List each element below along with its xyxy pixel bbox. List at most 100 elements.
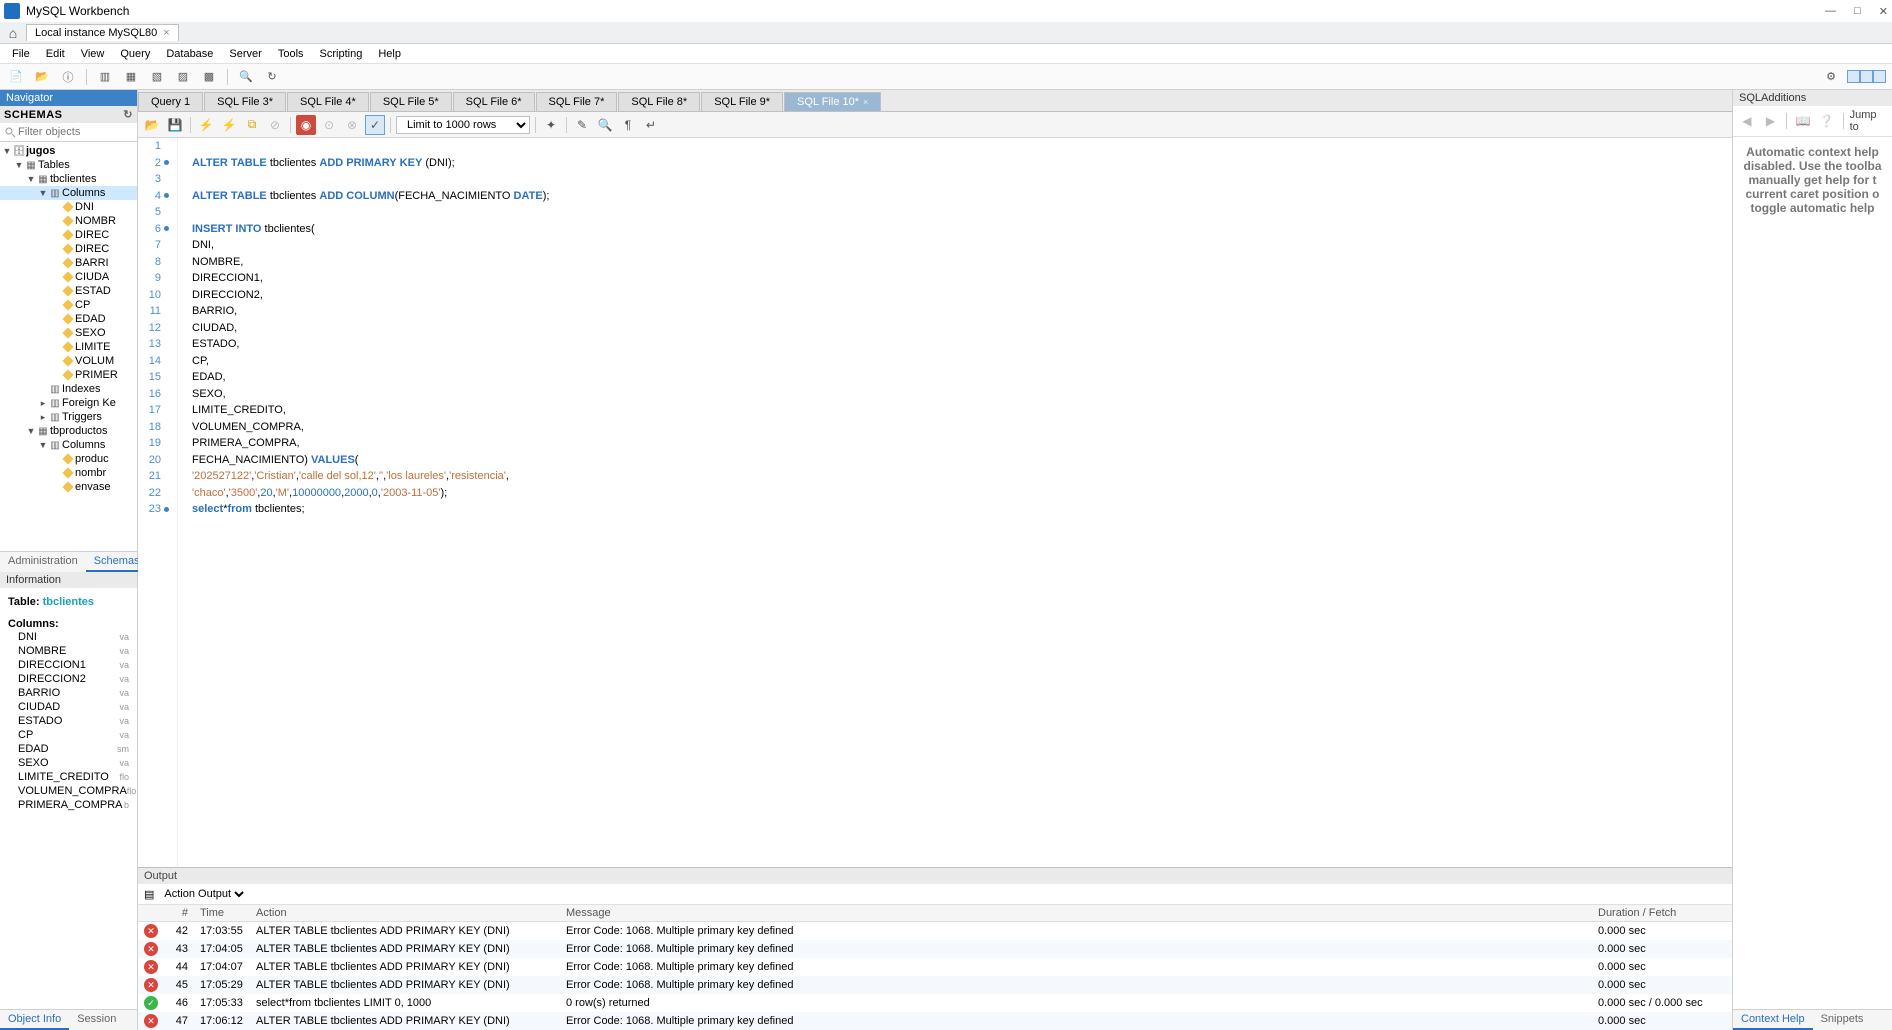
beautify-icon[interactable]: ✦ — [541, 115, 561, 135]
tree-item[interactable]: CIUDA — [0, 270, 137, 284]
execute-icon[interactable]: ⚡ — [196, 115, 216, 135]
code-line[interactable] — [192, 138, 549, 155]
forward-icon[interactable]: ▶ — [1761, 111, 1781, 131]
refresh-icon[interactable]: ↻ — [123, 108, 133, 121]
menu-file[interactable]: File — [4, 46, 38, 62]
code-line[interactable]: select*from tbclientes; — [192, 501, 549, 518]
query-tab[interactable]: SQL File 4* — [287, 92, 369, 111]
code-line[interactable]: ALTER TABLE tbclientes ADD COLUMN(FECHA_… — [192, 188, 549, 205]
query-tab[interactable]: SQL File 5* — [370, 92, 452, 111]
code-line[interactable]: DIRECCION2, — [192, 287, 549, 304]
stop-on-error-icon[interactable]: ◉ — [296, 115, 316, 135]
new-procedure-button[interactable]: ▨ — [173, 67, 193, 87]
tree-item[interactable]: ▼▦tbproductos — [0, 424, 137, 438]
code-line[interactable]: PRIMERA_COMPRA, — [192, 435, 549, 452]
tree-item[interactable]: DIREC — [0, 242, 137, 256]
menu-edit[interactable]: Edit — [38, 46, 73, 62]
tree-item[interactable]: NOMBR — [0, 214, 137, 228]
code-line[interactable]: BARRIO, — [192, 303, 549, 320]
tree-item[interactable]: ▼▦tbclientes — [0, 172, 137, 186]
commit-icon[interactable]: ⊙ — [319, 115, 339, 135]
tree-item[interactable]: ▼▥Columns — [0, 438, 137, 452]
tree-item[interactable]: ESTAD — [0, 284, 137, 298]
output-row[interactable]: ✕4217:03:55ALTER TABLE tbclientes ADD PR… — [138, 922, 1732, 940]
query-tab[interactable]: SQL File 6* — [453, 92, 535, 111]
execute-current-icon[interactable]: ⚡ — [219, 115, 239, 135]
menu-query[interactable]: Query — [112, 46, 158, 62]
new-table-button[interactable]: ▦ — [121, 67, 141, 87]
new-schema-button[interactable]: ▥ — [95, 67, 115, 87]
tree-item[interactable]: CP — [0, 298, 137, 312]
code-line[interactable]: CIUDAD, — [192, 320, 549, 337]
wrap-icon[interactable]: ↵ — [641, 115, 661, 135]
sql-editor[interactable]: 1234567891011121314151617181920212223 AL… — [138, 138, 1732, 867]
output-row[interactable]: ✕4317:04:05ALTER TABLE tbclientes ADD PR… — [138, 940, 1732, 958]
tree-item[interactable]: ▸▥Triggers — [0, 410, 137, 424]
tree-item[interactable]: envase — [0, 480, 137, 494]
find-icon[interactable]: ✎ — [572, 115, 592, 135]
tree-item[interactable]: EDAD — [0, 312, 137, 326]
tree-item[interactable]: ▼▥Columns — [0, 186, 137, 200]
menu-server[interactable]: Server — [221, 46, 269, 62]
new-sql-tab-button[interactable]: 📄 — [6, 67, 26, 87]
schema-tree[interactable]: ▼🗄jugos▼▦Tables▼▦tbclientes▼▥ColumnsDNIN… — [0, 142, 137, 551]
code-line[interactable]: SEXO, — [192, 386, 549, 403]
editor-code[interactable]: ALTER TABLE tbclientes ADD PRIMARY KEY (… — [178, 138, 549, 867]
tree-item[interactable]: ▸▥Foreign Ke — [0, 396, 137, 410]
search-icon[interactable]: 🔍 — [595, 115, 615, 135]
tree-item[interactable]: VOLUM — [0, 354, 137, 368]
panel-toggle[interactable] — [1847, 70, 1886, 83]
jump-to-label[interactable]: Jump to — [1850, 109, 1888, 133]
tree-item[interactable]: PRIMER — [0, 368, 137, 382]
code-line[interactable] — [192, 204, 549, 221]
menu-scripting[interactable]: Scripting — [312, 46, 371, 62]
tree-item[interactable]: nombr — [0, 466, 137, 480]
code-line[interactable]: VOLUMEN_COMPRA, — [192, 419, 549, 436]
stop-icon[interactable]: ⊘ — [265, 115, 285, 135]
maximize-button[interactable]: □ — [1854, 5, 1861, 18]
connection-tab[interactable]: Local instance MySQL80 × — [26, 24, 179, 41]
tab-administration[interactable]: Administration — [0, 552, 86, 572]
explain-icon[interactable]: ⧉ — [242, 115, 262, 135]
menu-help[interactable]: Help — [370, 46, 409, 62]
code-line[interactable]: LIMITE_CREDITO, — [192, 402, 549, 419]
menu-database[interactable]: Database — [158, 46, 221, 62]
code-line[interactable]: '202527122','Cristian','calle del sol,12… — [192, 468, 549, 485]
code-line[interactable]: 'chaco','3500',20,'M',10000000,2000,0,'2… — [192, 485, 549, 502]
open-file-icon[interactable]: 📂 — [142, 115, 162, 135]
query-tab[interactable]: SQL File 3* — [204, 92, 286, 111]
query-tab[interactable]: SQL File 9* — [701, 92, 783, 111]
query-tab[interactable]: SQL File 8* — [618, 92, 700, 111]
menu-tools[interactable]: Tools — [270, 46, 312, 62]
tab-session[interactable]: Session — [69, 1010, 124, 1030]
tab-object-info[interactable]: Object Info — [0, 1010, 69, 1030]
code-line[interactable]: DIRECCION1, — [192, 270, 549, 287]
filter-objects-input[interactable] — [0, 123, 137, 142]
code-line[interactable]: INSERT INTO tbclientes( — [192, 221, 549, 238]
code-line[interactable]: NOMBRE, — [192, 254, 549, 271]
output-row[interactable]: ✕4517:05:29ALTER TABLE tbclientes ADD PR… — [138, 976, 1732, 994]
tree-item[interactable]: SEXO — [0, 326, 137, 340]
query-tab[interactable]: SQL File 7* — [536, 92, 618, 111]
output-row[interactable]: ✓4617:05:33select*from tbclientes LIMIT … — [138, 994, 1732, 1012]
code-line[interactable]: ESTADO, — [192, 336, 549, 353]
rollback-icon[interactable]: ⊗ — [342, 115, 362, 135]
autocommit-icon[interactable]: ✓ — [365, 115, 385, 135]
output-row[interactable]: ✕4417:04:07ALTER TABLE tbclientes ADD PR… — [138, 958, 1732, 976]
limit-rows-select[interactable]: Limit to 1000 rows — [396, 116, 530, 134]
code-line[interactable]: ALTER TABLE tbclientes ADD PRIMARY KEY (… — [192, 155, 549, 172]
query-tab[interactable]: SQL File 10* × — [784, 92, 881, 111]
output-row[interactable]: ✕4717:06:12ALTER TABLE tbclientes ADD PR… — [138, 1012, 1732, 1030]
home-icon[interactable]: ⌂ — [0, 25, 26, 41]
auto-help-icon[interactable]: 📖 — [1793, 111, 1813, 131]
save-icon[interactable]: 💾 — [165, 115, 185, 135]
close-button[interactable]: ✕ — [1879, 5, 1888, 18]
code-line[interactable]: FECHA_NACIMIENTO) VALUES( — [192, 452, 549, 469]
inspector-button[interactable]: ⓘ — [58, 67, 78, 87]
output-rows[interactable]: ✕4217:03:55ALTER TABLE tbclientes ADD PR… — [138, 922, 1732, 1030]
tree-item[interactable]: ▼▦Tables — [0, 158, 137, 172]
code-line[interactable]: EDAD, — [192, 369, 549, 386]
invisible-chars-icon[interactable]: ¶ — [618, 115, 638, 135]
new-view-button[interactable]: ▧ — [147, 67, 167, 87]
tree-item[interactable]: ▼🗄jugos — [0, 144, 137, 158]
